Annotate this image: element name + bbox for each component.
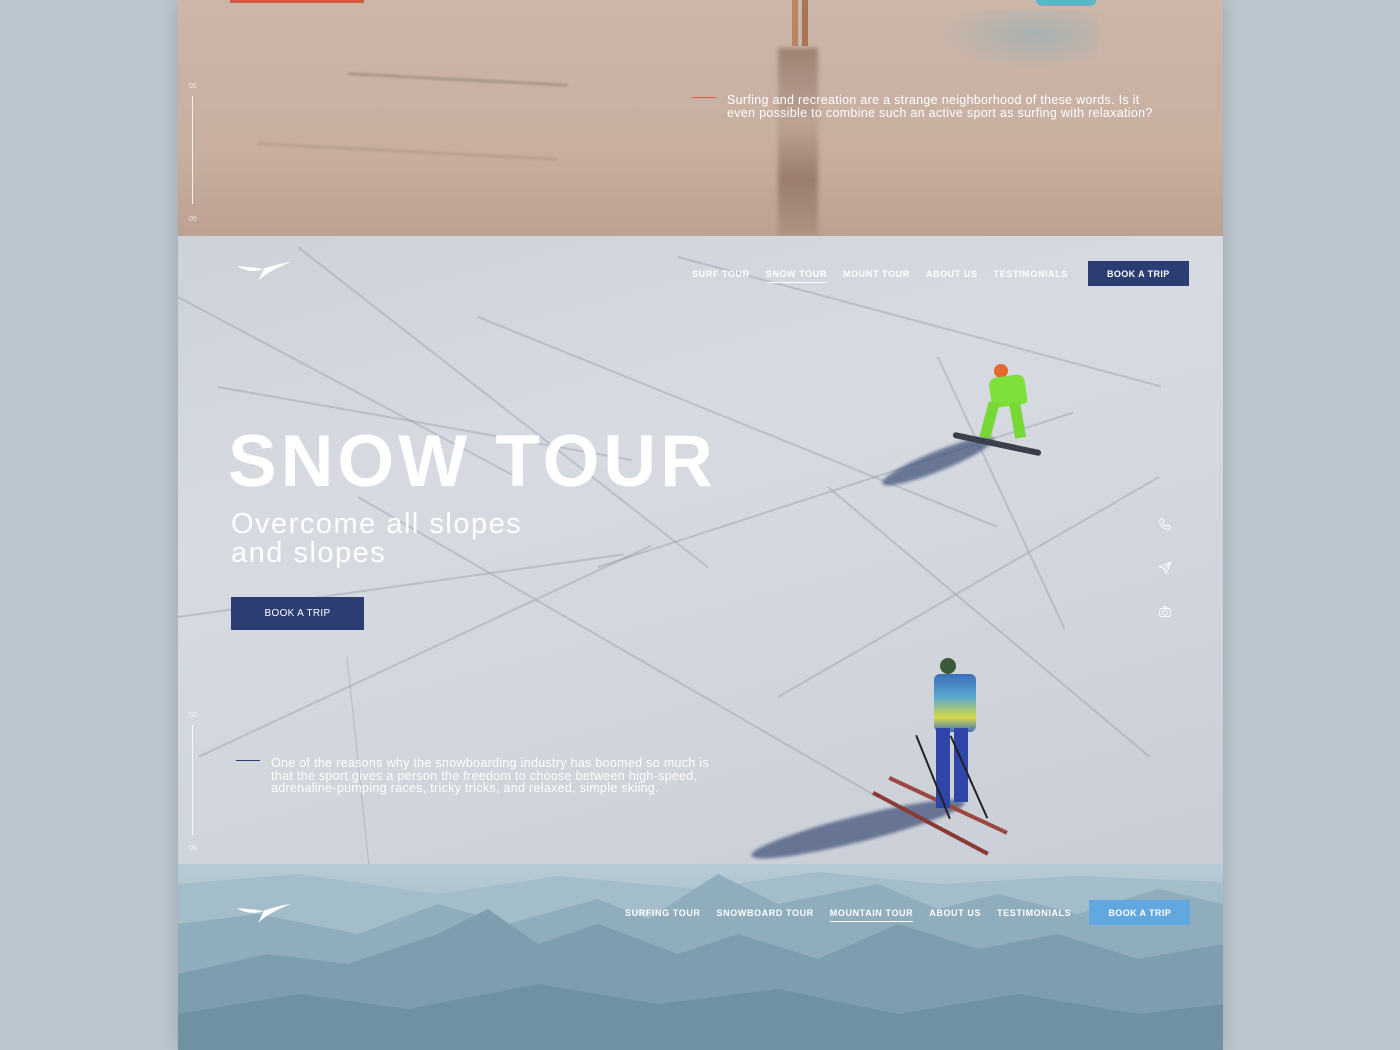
nav-testimonials[interactable]: TESTIMONIALS — [994, 269, 1068, 279]
text-dash — [236, 760, 260, 761]
slide-index-current: 01 — [189, 83, 197, 90]
surfer-legs — [788, 0, 812, 46]
nav-book-trip-button[interactable]: BOOK A TRIP — [1087, 261, 1189, 286]
landing-page-mockups: 01 05 Surfing and recreation are a stran… — [178, 0, 1223, 1050]
ski-track — [777, 476, 1160, 698]
snow-section: SURF TOUR SNOW TOUR MOUNT TOUR ABOUT US … — [178, 236, 1223, 864]
send-icon[interactable] — [1155, 558, 1175, 578]
surfboard-reflection — [938, 10, 1098, 70]
slide-index-current: 02 — [189, 712, 197, 719]
ski-track — [197, 544, 652, 758]
surfer-reflection — [778, 48, 818, 236]
slide-indicator-line — [192, 96, 193, 204]
slide-index-total: 05 — [189, 845, 197, 852]
skier-jacket — [934, 674, 976, 732]
hero-subtitle: Overcome all slopes and slopes — [231, 510, 631, 568]
ski-track — [827, 486, 1151, 758]
brand-logo-icon[interactable] — [236, 259, 292, 283]
sand-streak — [348, 72, 568, 87]
snowboarder-leg — [979, 401, 1000, 439]
slide-indicator: 01 05 — [189, 83, 199, 228]
slide-index-total: 05 — [189, 216, 197, 223]
nav-snowboard-tour[interactable]: SNOWBOARD TOUR — [717, 908, 814, 918]
nav-about-us[interactable]: ABOUT US — [929, 908, 981, 918]
nav-snow-tour[interactable]: SNOW TOUR — [765, 269, 828, 283]
nav-about-us[interactable]: ABOUT US — [926, 269, 978, 279]
surf-accent-bar — [230, 0, 364, 3]
nav-surf-tour[interactable]: SURF TOUR — [692, 269, 750, 279]
surf-section: 01 05 Surfing and recreation are a stran… — [178, 0, 1223, 236]
instagram-icon[interactable] — [1155, 602, 1175, 622]
hero-subtitle-line: and slopes — [231, 537, 387, 569]
skier-head — [940, 658, 956, 674]
nav-surfing-tour[interactable]: SURFING TOUR — [625, 908, 701, 918]
surfboard — [1036, 0, 1096, 6]
mountain-landscape — [178, 872, 1223, 1050]
phone-icon[interactable] — [1155, 514, 1175, 534]
main-nav: SURF TOUR SNOW TOUR MOUNT TOUR ABOUT US … — [692, 261, 1189, 286]
main-nav: SURFING TOUR SNOWBOARD TOUR MOUNTAIN TOU… — [625, 900, 1191, 925]
snow-description: One of the reasons why the snowboarding … — [271, 756, 709, 795]
hero-subtitle-line: Overcome all slopes — [231, 508, 523, 540]
skier-leg — [954, 728, 968, 802]
hero-title: SNOW TOUR — [228, 421, 717, 502]
skier-leg — [936, 728, 950, 808]
nav-mountain-tour[interactable]: MOUNTAIN TOUR — [829, 908, 914, 922]
mountain-section: SURFING TOUR SNOWBOARD TOUR MOUNTAIN TOU… — [178, 864, 1223, 1050]
slide-indicator: 02 05 — [189, 712, 199, 857]
book-trip-button[interactable]: BOOK A TRIP — [231, 597, 364, 630]
surf-description: Surfing and recreation are a strange nei… — [727, 93, 1153, 120]
nav-mount-tour[interactable]: MOUNT TOUR — [843, 269, 910, 279]
nav-testimonials[interactable]: TESTIMONIALS — [997, 908, 1071, 918]
text-dash — [692, 97, 716, 98]
wet-sand — [178, 150, 1223, 236]
nav-book-trip-button[interactable]: BOOK A TRIP — [1089, 900, 1191, 925]
slide-indicator-line — [192, 725, 193, 835]
brand-logo-icon[interactable] — [236, 901, 292, 925]
